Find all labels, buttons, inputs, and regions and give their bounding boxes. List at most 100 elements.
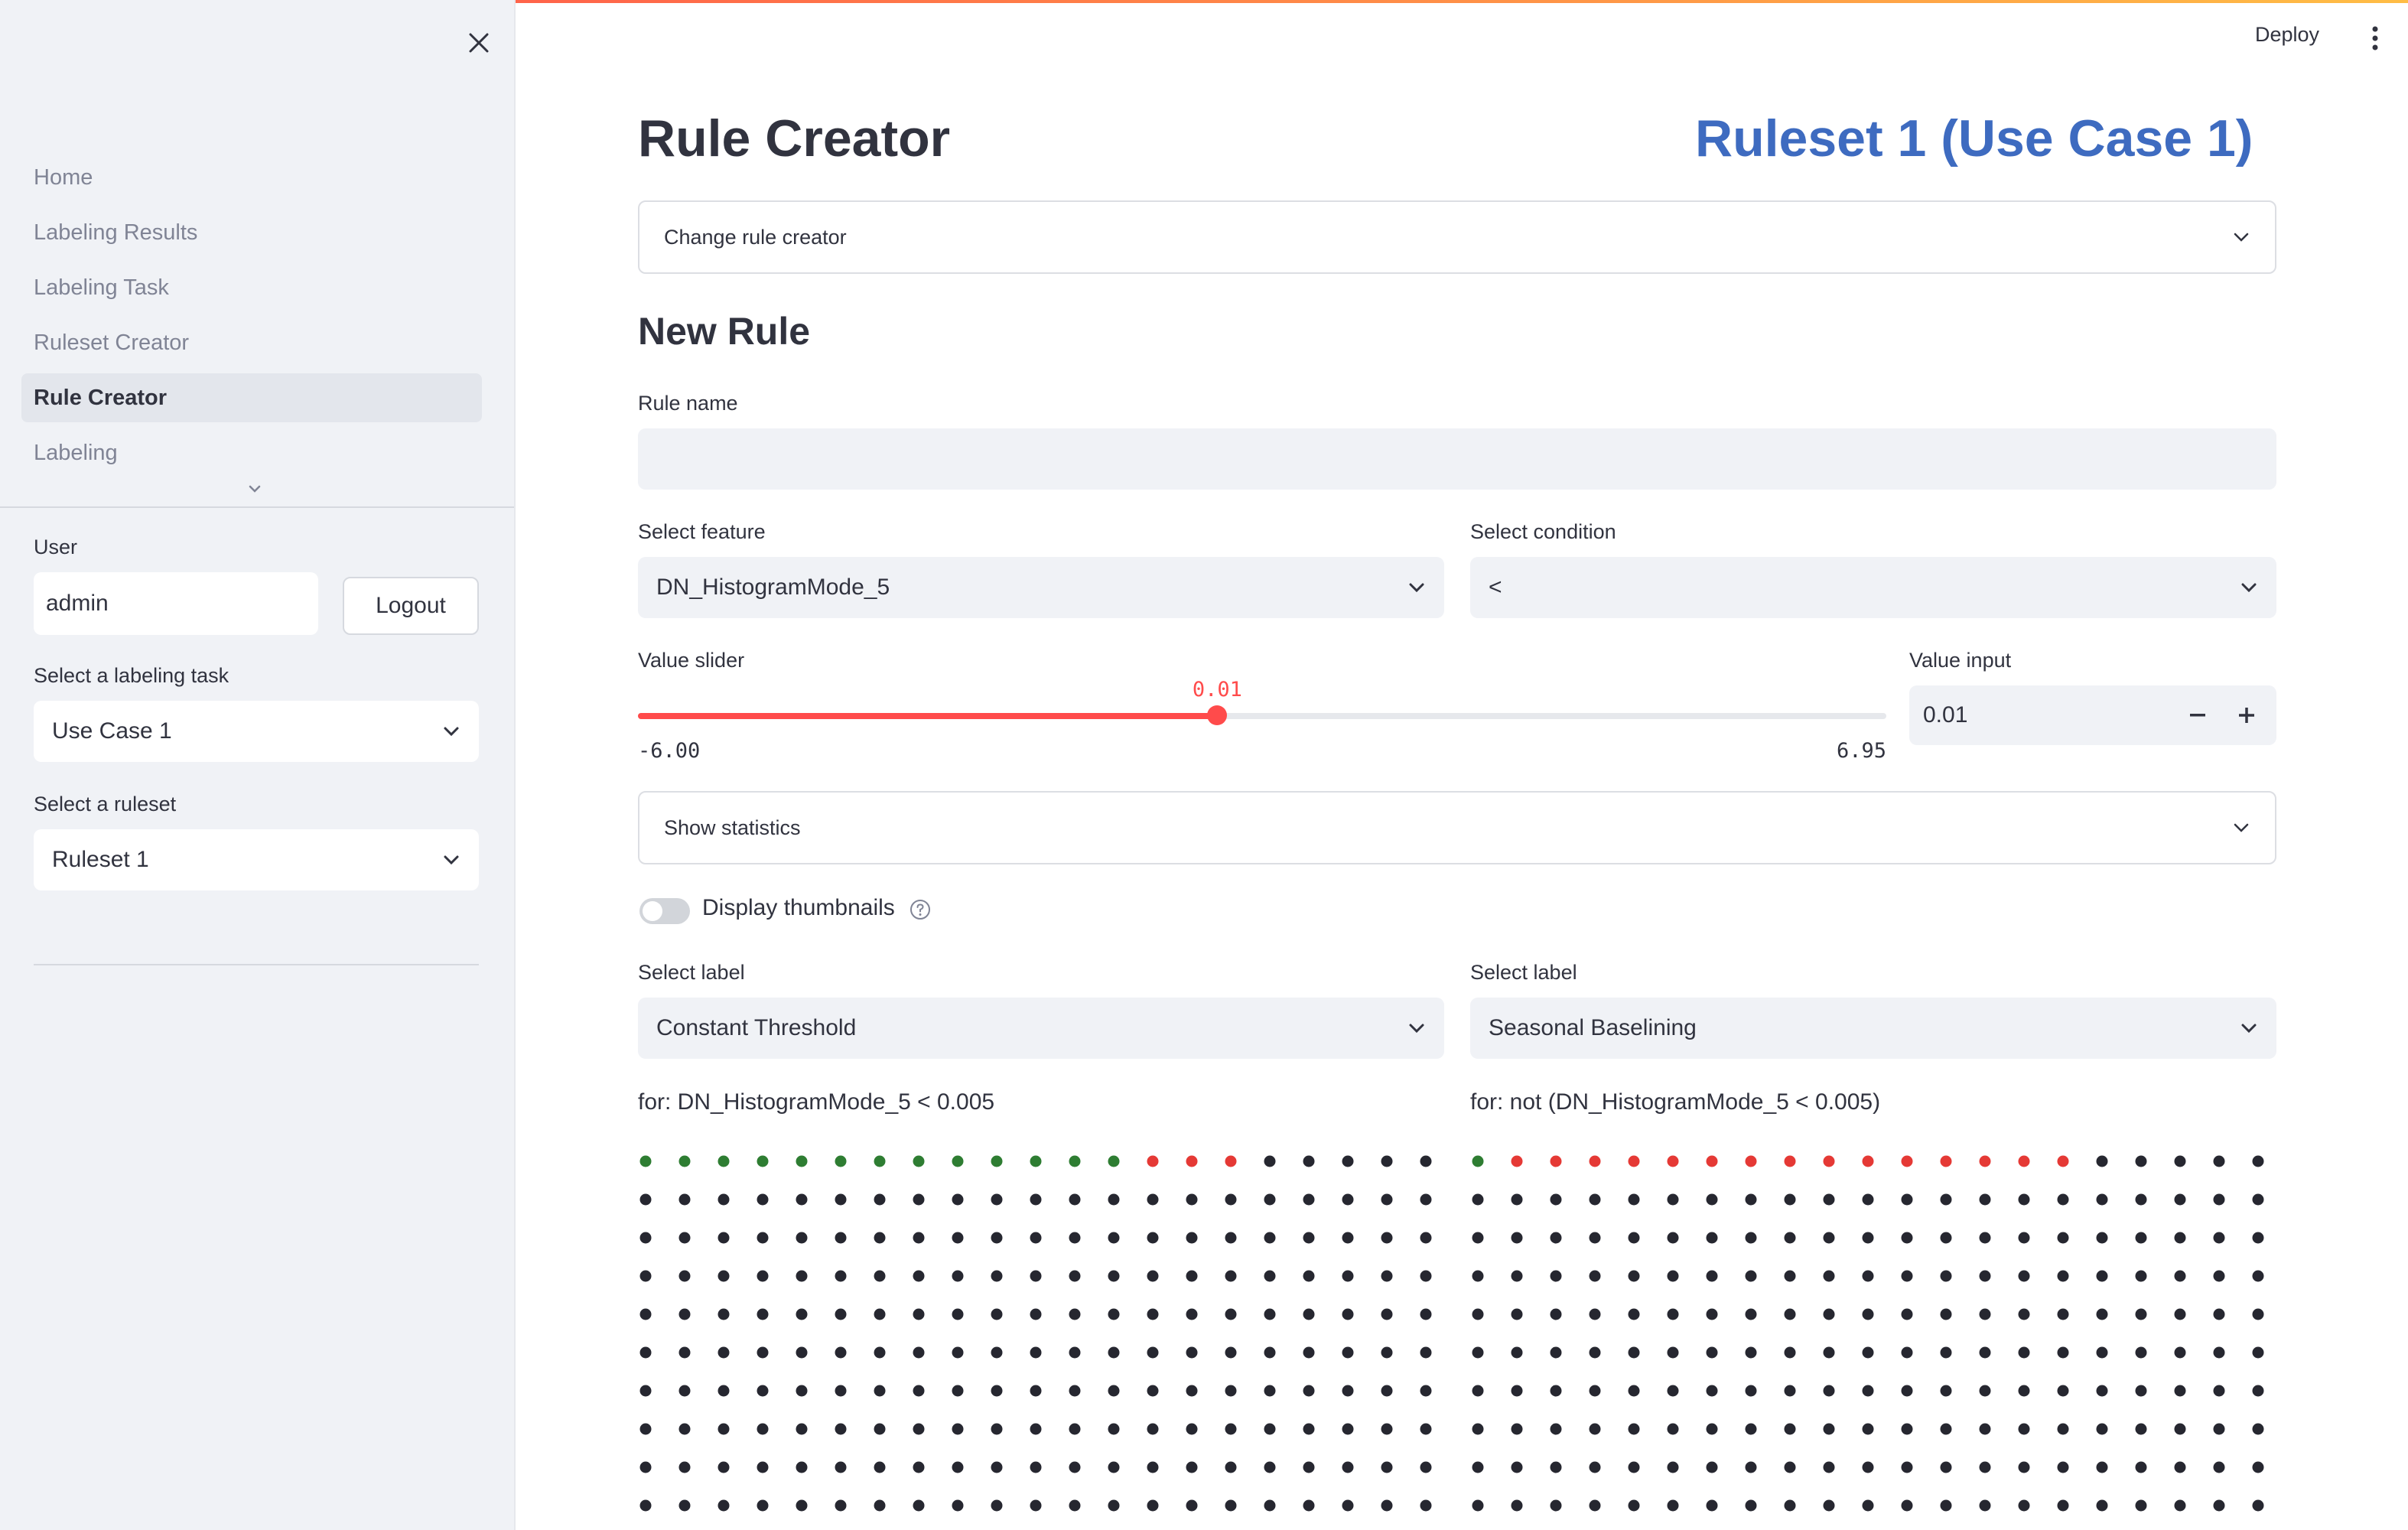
sample-dot[interactable] — [1628, 1346, 1640, 1359]
change-rule-creator-expander[interactable]: Change rule creator — [638, 200, 2276, 274]
sidebar-item-labeling[interactable]: Labeling — [21, 428, 482, 477]
sample-dot[interactable] — [1069, 1270, 1081, 1282]
sample-dot[interactable] — [1147, 1461, 1159, 1473]
sample-dot[interactable] — [639, 1193, 652, 1206]
sample-dot[interactable] — [1706, 1461, 1718, 1473]
sample-dot[interactable] — [913, 1346, 925, 1359]
sample-dot[interactable] — [2174, 1423, 2186, 1435]
sample-dot[interactable] — [718, 1499, 730, 1512]
sample-dot[interactable] — [639, 1461, 652, 1473]
sample-dot[interactable] — [1784, 1423, 1796, 1435]
sample-dot[interactable] — [1264, 1385, 1276, 1397]
sample-dot[interactable] — [1342, 1461, 1354, 1473]
slider-track[interactable] — [638, 705, 1886, 725]
sample-dot[interactable] — [1667, 1385, 1679, 1397]
sample-dot[interactable] — [2213, 1346, 2225, 1359]
sample-dot[interactable] — [1823, 1499, 1835, 1512]
sample-dot[interactable] — [874, 1193, 886, 1206]
sample-dot[interactable] — [1420, 1385, 1432, 1397]
sample-dot[interactable] — [1706, 1270, 1718, 1282]
sample-dot[interactable] — [1628, 1461, 1640, 1473]
sample-dot[interactable] — [1472, 1270, 1484, 1282]
sample-dot[interactable] — [1420, 1232, 1432, 1244]
sample-dot[interactable] — [1264, 1423, 1276, 1435]
sample-dot[interactable] — [1147, 1423, 1159, 1435]
sample-dot[interactable] — [1706, 1499, 1718, 1512]
sample-dot-red[interactable] — [1823, 1155, 1835, 1167]
sample-dot[interactable] — [1264, 1232, 1276, 1244]
sample-dot[interactable] — [1823, 1346, 1835, 1359]
sample-dot[interactable] — [1108, 1232, 1120, 1244]
sample-dot[interactable] — [991, 1423, 1003, 1435]
sample-dot[interactable] — [1030, 1385, 1042, 1397]
sidebar-item-labeling-task[interactable]: Labeling Task — [21, 263, 482, 312]
sample-dot-red[interactable] — [2018, 1155, 2030, 1167]
sample-dot[interactable] — [2174, 1461, 2186, 1473]
sample-dot[interactable] — [1667, 1193, 1679, 1206]
sample-dot[interactable] — [2057, 1270, 2069, 1282]
sample-dot[interactable] — [874, 1461, 886, 1473]
sample-dot[interactable] — [678, 1193, 691, 1206]
sample-dot[interactable] — [2252, 1155, 2264, 1167]
sample-dot[interactable] — [639, 1270, 652, 1282]
sample-dot[interactable] — [1381, 1193, 1393, 1206]
sample-dot-green[interactable] — [757, 1155, 769, 1167]
sample-dot[interactable] — [2057, 1346, 2069, 1359]
sample-dot[interactable] — [639, 1423, 652, 1435]
slider-thumb[interactable] — [1207, 705, 1228, 725]
sample-dot[interactable] — [1472, 1232, 1484, 1244]
sample-dot[interactable] — [1589, 1423, 1601, 1435]
sample-dot[interactable] — [1979, 1423, 1991, 1435]
sample-dot[interactable] — [1862, 1308, 1874, 1320]
sample-dot[interactable] — [1628, 1423, 1640, 1435]
value-slider[interactable]: 0.01 -6.00 6.95 — [638, 673, 1886, 765]
sample-dot[interactable] — [874, 1499, 886, 1512]
sample-dot[interactable] — [1147, 1193, 1159, 1206]
sample-dot[interactable] — [2096, 1423, 2108, 1435]
sample-dot[interactable] — [2252, 1232, 2264, 1244]
sample-dot[interactable] — [1030, 1346, 1042, 1359]
sample-dot[interactable] — [1381, 1499, 1393, 1512]
sample-dot[interactable] — [2135, 1155, 2147, 1167]
value-input[interactable]: 0.01 — [1909, 685, 2276, 745]
increment-button[interactable] — [2223, 685, 2270, 745]
sample-dot[interactable] — [1745, 1385, 1757, 1397]
sample-dot[interactable] — [2096, 1232, 2108, 1244]
sample-dot[interactable] — [874, 1346, 886, 1359]
sidebar-item-labeling-results[interactable]: Labeling Results — [21, 208, 482, 257]
sample-dot[interactable] — [1628, 1193, 1640, 1206]
sample-dot[interactable] — [1225, 1385, 1237, 1397]
sample-dot[interactable] — [1940, 1270, 1952, 1282]
sample-dot[interactable] — [1745, 1346, 1757, 1359]
sample-dot[interactable] — [678, 1346, 691, 1359]
sample-dot[interactable] — [1264, 1155, 1276, 1167]
sample-dot[interactable] — [1550, 1193, 1562, 1206]
sample-dot[interactable] — [1342, 1232, 1354, 1244]
sample-dot[interactable] — [1147, 1232, 1159, 1244]
sample-dot[interactable] — [1342, 1423, 1354, 1435]
sample-dot[interactable] — [1069, 1232, 1081, 1244]
sample-dot[interactable] — [2057, 1308, 2069, 1320]
sample-dot[interactable] — [991, 1385, 1003, 1397]
sample-dot[interactable] — [757, 1346, 769, 1359]
sample-dot[interactable] — [1706, 1232, 1718, 1244]
sample-dot[interactable] — [1667, 1346, 1679, 1359]
sidebar-item-rule-creator[interactable]: Rule Creator — [21, 373, 482, 422]
sample-dot[interactable] — [796, 1385, 808, 1397]
sample-dot[interactable] — [1420, 1423, 1432, 1435]
sample-dot[interactable] — [2096, 1270, 2108, 1282]
sample-dot[interactable] — [991, 1308, 1003, 1320]
sample-dot[interactable] — [1511, 1232, 1523, 1244]
sample-dot[interactable] — [1667, 1270, 1679, 1282]
sample-dot[interactable] — [678, 1308, 691, 1320]
sample-dot[interactable] — [952, 1385, 964, 1397]
sample-dot[interactable] — [1979, 1385, 1991, 1397]
sample-dot[interactable] — [1511, 1270, 1523, 1282]
sample-dot[interactable] — [718, 1461, 730, 1473]
sample-dot[interactable] — [1264, 1270, 1276, 1282]
sample-dot[interactable] — [1511, 1346, 1523, 1359]
sample-dot-red[interactable] — [1706, 1155, 1718, 1167]
sample-dot[interactable] — [1511, 1308, 1523, 1320]
sample-dot[interactable] — [1225, 1193, 1237, 1206]
sample-dot[interactable] — [2018, 1346, 2030, 1359]
